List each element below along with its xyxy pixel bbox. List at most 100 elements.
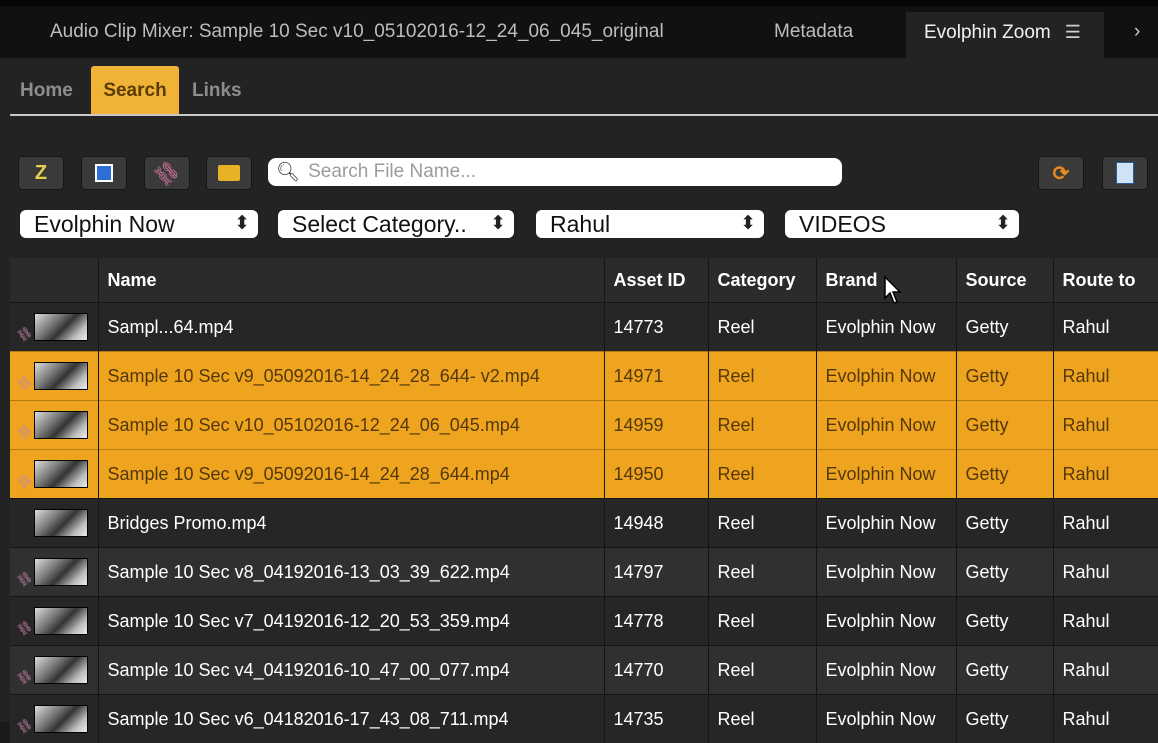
cell-asset-id: 14959 — [604, 401, 708, 450]
cell-route: Rahul — [1053, 597, 1158, 646]
cell-name: Sample 10 Sec v10_05102016-12_24_06_045.… — [98, 401, 604, 450]
table-row[interactable]: ⛓ Sample 10 Sec v8_04192016-13_03_39_622… — [10, 548, 1158, 597]
cell-category: Reel — [708, 401, 816, 450]
brand-select[interactable]: Evolphin Now ⬍ — [20, 210, 258, 238]
cell-brand: Evolphin Now — [816, 303, 956, 352]
thumbnail-cell[interactable]: ⛓ — [10, 548, 98, 597]
preview-button[interactable] — [1102, 156, 1148, 190]
table-row[interactable]: Bridges Promo.mp4 14948 Reel Evolphin No… — [10, 499, 1158, 548]
cell-category: Reel — [708, 352, 816, 401]
col-name[interactable]: Name — [98, 258, 604, 303]
video-thumbnail — [34, 656, 88, 684]
tab-label: Audio Clip Mixer: Sample 10 Sec v10_0510… — [50, 21, 664, 42]
table-row[interactable]: ⛓ Sample 10 Sec v9_05092016-14_24_28_644… — [10, 450, 1158, 499]
import-button[interactable] — [81, 156, 127, 190]
cell-asset-id: 14778 — [604, 597, 708, 646]
tab-label: Metadata — [774, 21, 853, 42]
thumbnail-cell[interactable]: ⛓ — [10, 450, 98, 499]
cell-name: Sample 10 Sec v9_05092016-14_24_28_644- … — [98, 352, 604, 401]
table-row[interactable]: ⛓ Sample 10 Sec v9_05092016-14_24_28_644… — [10, 352, 1158, 401]
video-thumbnail — [34, 509, 88, 537]
cell-brand: Evolphin Now — [816, 597, 956, 646]
thumbnail-cell[interactable]: ⛓ — [10, 695, 98, 743]
link-icon: ⛓ — [14, 324, 35, 344]
link-icon: ⛓ — [14, 569, 35, 589]
cell-source: Getty — [956, 695, 1053, 743]
col-route-to[interactable]: Route to — [1053, 258, 1158, 303]
checkout-button[interactable]: Z — [18, 156, 64, 190]
table-row[interactable]: ⛓ Sample 10 Sec v7_04192016-12_20_53_359… — [10, 597, 1158, 646]
thumbnail-cell[interactable]: ⛓ — [10, 401, 98, 450]
cell-brand: Evolphin Now — [816, 499, 956, 548]
cell-source: Getty — [956, 548, 1053, 597]
tab-audio-clip-mixer[interactable]: Audio Clip Mixer: Sample 10 Sec v10_0510… — [32, 12, 682, 58]
cell-category: Reel — [708, 597, 816, 646]
col-category[interactable]: Category — [708, 258, 816, 303]
tab-home[interactable]: Home — [20, 66, 73, 114]
table-header: Name Asset ID Category Brand Source Rout… — [10, 258, 1158, 303]
video-thumbnail — [34, 558, 88, 586]
cell-name: Bridges Promo.mp4 — [98, 499, 604, 548]
category-select-value: Select Category.. — [292, 211, 467, 237]
cell-brand: Evolphin Now — [816, 450, 956, 499]
preview-icon — [1116, 162, 1134, 184]
cell-brand: Evolphin Now — [816, 352, 956, 401]
table-row[interactable]: ⛓ Sample 10 Sec v6_04182016-17_43_08_711… — [10, 695, 1158, 743]
col-asset-id[interactable]: Asset ID — [604, 258, 708, 303]
video-thumbnail — [34, 607, 88, 635]
search-box: 🔍︎ — [268, 158, 842, 186]
thumbnail-cell[interactable] — [10, 499, 98, 548]
tab-metadata[interactable]: Metadata — [756, 12, 871, 58]
col-thumb[interactable] — [10, 258, 98, 303]
link-icon: ⛓ — [14, 422, 35, 442]
tab-label: Evolphin Zoom — [924, 22, 1051, 43]
cell-source: Getty — [956, 499, 1053, 548]
cell-route: Rahul — [1053, 352, 1158, 401]
search-icon: 🔍︎ — [276, 160, 300, 184]
select-arrows-icon: ⬍ — [995, 210, 1011, 238]
cell-route: Rahul — [1053, 450, 1158, 499]
cell-asset-id: 14971 — [604, 352, 708, 401]
tab-links[interactable]: Links — [192, 66, 242, 114]
cell-asset-id: 14797 — [604, 548, 708, 597]
search-input[interactable] — [306, 160, 830, 184]
tab-evolphin-zoom[interactable]: Evolphin Zoom ☰ — [906, 12, 1104, 58]
col-source[interactable]: Source — [956, 258, 1053, 303]
panel-tab-bar: Audio Clip Mixer: Sample 10 Sec v10_0510… — [0, 0, 1158, 58]
type-select[interactable]: VIDEOS⬍ — [785, 210, 1019, 238]
folder-button[interactable] — [206, 156, 252, 190]
link-icon: ⛓ — [14, 716, 35, 736]
cell-name: Sample 10 Sec v9_05092016-14_24_28_644.m… — [98, 450, 604, 499]
cell-route: Rahul — [1053, 499, 1158, 548]
user-select[interactable]: Rahul⬍ — [536, 210, 764, 238]
thumbnail-cell[interactable]: ⛓ — [10, 646, 98, 695]
brand-select-value: Evolphin Now — [34, 211, 175, 237]
tab-search[interactable]: Search — [91, 66, 179, 114]
cell-source: Getty — [956, 646, 1053, 695]
panel-menu-icon[interactable]: ☰ — [1065, 22, 1081, 42]
table-row[interactable]: ⛓ Sample 10 Sec v4_04192016-10_47_00_077… — [10, 646, 1158, 695]
video-thumbnail — [34, 313, 88, 341]
cell-brand: Evolphin Now — [816, 401, 956, 450]
overflow-icon[interactable]: › — [1130, 12, 1144, 58]
table-row[interactable]: ⛓ Sample 10 Sec v10_05102016-12_24_06_04… — [10, 401, 1158, 450]
thumbnail-cell[interactable]: ⛓ — [10, 303, 98, 352]
refresh-icon: ⟳ — [1053, 161, 1070, 186]
thumbnail-cell[interactable]: ⛓ — [10, 352, 98, 401]
cell-source: Getty — [956, 352, 1053, 401]
import-icon — [95, 164, 113, 182]
cell-category: Reel — [708, 695, 816, 743]
link-icon: ⛓ — [14, 471, 35, 491]
link-button[interactable]: ⛓ — [144, 156, 190, 190]
table-row[interactable]: ⛓ Sampl...64.mp4 14773 Reel Evolphin Now… — [10, 303, 1158, 352]
category-select[interactable]: Select Category..⬍ — [278, 210, 514, 238]
cell-source: Getty — [956, 450, 1053, 499]
thumbnail-cell[interactable]: ⛓ — [10, 597, 98, 646]
cell-asset-id: 14770 — [604, 646, 708, 695]
cell-route: Rahul — [1053, 401, 1158, 450]
cell-name: Sample 10 Sec v6_04182016-17_43_08_711.m… — [98, 695, 604, 743]
refresh-button[interactable]: ⟳ — [1038, 156, 1084, 190]
cell-route: Rahul — [1053, 548, 1158, 597]
select-arrows-icon: ⬍ — [234, 210, 250, 238]
cell-category: Reel — [708, 450, 816, 499]
